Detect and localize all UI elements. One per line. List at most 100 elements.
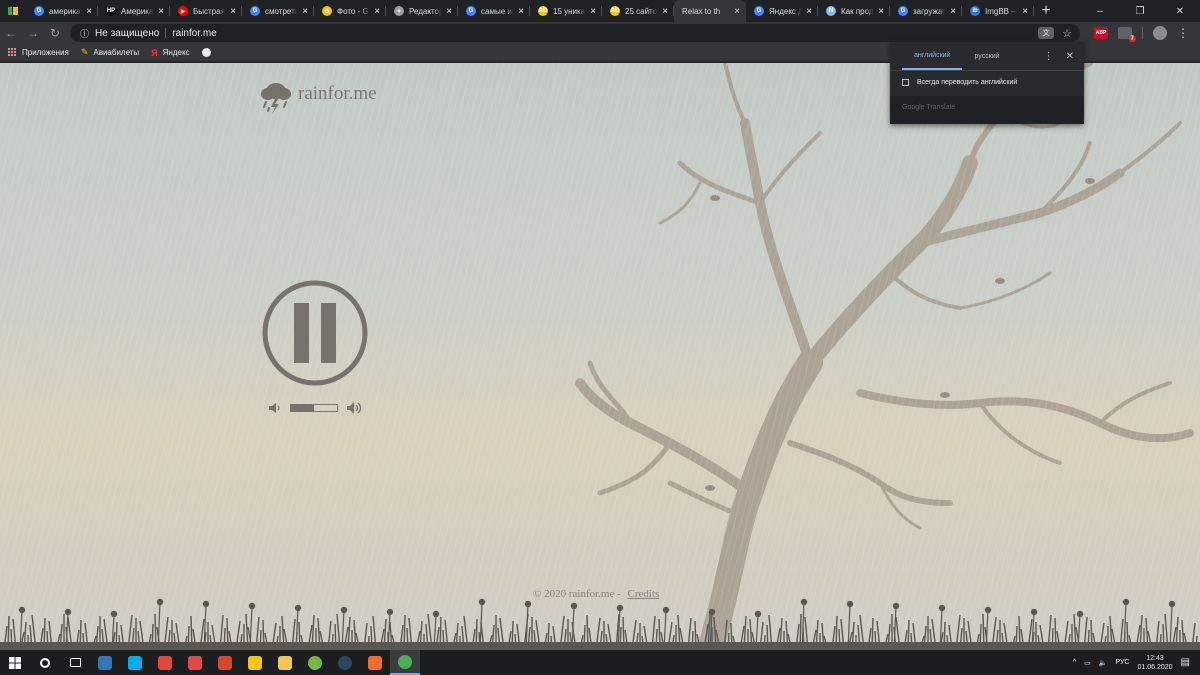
profile-avatar[interactable] — [1153, 26, 1167, 40]
browser-tab[interactable]: HP Американ× — [98, 0, 170, 22]
tab-favicon-icon: ib — [970, 6, 980, 16]
close-window-button[interactable]: ✕ — [1160, 0, 1200, 22]
network-icon[interactable]: ▭ — [1084, 659, 1091, 667]
tab-title: загружат — [913, 6, 946, 16]
taskbar-app[interactable] — [30, 650, 60, 675]
forward-arrow-icon[interactable]: → — [22, 26, 44, 40]
back-arrow-icon[interactable]: ← — [0, 26, 22, 40]
app-orange-icon — [218, 655, 232, 670]
taskbar-app[interactable] — [120, 650, 150, 675]
tab-title: Яндекс Д — [769, 6, 802, 16]
taskbar-app[interactable] — [60, 650, 90, 675]
menu-dots-icon[interactable]: ⋮ — [1177, 26, 1189, 40]
reload-icon[interactable]: ↻ — [44, 26, 66, 40]
pause-icon-bar-left — [294, 303, 309, 363]
browser-tab[interactable]: ✦ Редактор × — [386, 0, 458, 22]
tab-close-icon[interactable]: × — [228, 6, 238, 17]
browser-tab[interactable]: ✿ Фото - Go × — [314, 0, 386, 22]
bookmark-aviabilety[interactable]: ✎ Авиабилеты — [81, 47, 139, 58]
taskbar-app[interactable] — [270, 650, 300, 675]
rain-cloud-icon — [261, 83, 291, 114]
grass-silhouette — [0, 598, 1200, 650]
site-logo[interactable]: rainfor.me — [260, 79, 377, 115]
translate-options-icon[interactable]: ⋮ — [1044, 51, 1054, 62]
minimize-button[interactable]: – — [1080, 0, 1120, 22]
tab-close-icon[interactable]: × — [660, 6, 670, 17]
url-text[interactable]: rainfor.me — [172, 28, 216, 39]
tab-close-icon[interactable]: × — [444, 6, 454, 17]
volume-up-icon[interactable] — [346, 401, 364, 415]
security-indicator[interactable]: ⓘ Не защищено — [80, 27, 159, 40]
taskbar-app[interactable] — [150, 650, 180, 675]
clock-time: 12:43 — [1146, 654, 1164, 662]
browser-tab[interactable]: AD 15 уника × — [530, 0, 602, 22]
address-bar[interactable]: ⓘ Не защищено rainfor.me 文 ☆ — [70, 24, 1080, 42]
tab-close-icon[interactable]: × — [1020, 6, 1030, 17]
browser-tab[interactable]: Gсмотреть × — [242, 0, 314, 22]
notifications-icon[interactable]: ▤ — [1181, 657, 1190, 668]
browser-tab[interactable]: G Яндекс Д × — [746, 0, 818, 22]
close-icon[interactable]: ✕ — [1066, 51, 1074, 62]
taskbar-app[interactable] — [180, 650, 210, 675]
bookmark-apps[interactable]: Приложения — [8, 48, 69, 57]
extension-badge: 7 — [1128, 36, 1136, 42]
extension-icon[interactable]: 7 — [1118, 27, 1136, 42]
language-indicator[interactable]: РУС — [1115, 659, 1129, 666]
browser-tab[interactable]: ib ImgBB — × — [962, 0, 1034, 22]
taskbar-app[interactable] — [360, 650, 390, 675]
taskbar-app[interactable] — [330, 650, 360, 675]
new-tab-button[interactable]: + — [1034, 0, 1058, 22]
maximize-button[interactable]: ❐ — [1120, 0, 1160, 22]
browser-tab[interactable]: Gамерикан × — [26, 0, 98, 22]
bookmark-yandex[interactable]: Я Яндекс — [151, 48, 189, 58]
taskbar-app[interactable] — [300, 650, 330, 675]
tab-title: Фото - Go — [337, 6, 370, 16]
tab-close-icon[interactable]: × — [588, 6, 598, 17]
rain-page: rainfor.me © 2020 rainfor.me - Credits — [0, 63, 1200, 650]
taskbar-app[interactable] — [210, 650, 240, 675]
tab-close-icon[interactable]: × — [156, 6, 166, 17]
tab-close-icon[interactable]: × — [732, 6, 742, 17]
tab-close-icon[interactable]: × — [300, 6, 310, 17]
tab-target-language[interactable]: русский — [962, 42, 1011, 70]
windows-logo-icon — [9, 656, 21, 669]
rain-overlay — [0, 63, 1200, 650]
tray-expand-icon[interactable]: ^ — [1073, 659, 1076, 666]
tab-title: Редактор — [409, 6, 442, 16]
always-translate-checkbox[interactable]: Всегда переводить английский — [890, 70, 1084, 94]
browser-tab[interactable]: Gсамые ин × — [458, 0, 530, 22]
browser-tab[interactable]: ▶ Быстрая р× — [170, 0, 242, 22]
skype-icon — [128, 655, 142, 670]
translate-icon[interactable]: 文 — [1038, 27, 1055, 39]
pause-button[interactable] — [261, 279, 369, 387]
tab-close-icon[interactable]: × — [804, 6, 814, 17]
tab-title: американ — [49, 6, 82, 16]
tab-favicon-icon: ✦ — [394, 6, 404, 16]
taskbar-app[interactable] — [390, 650, 420, 675]
tab-close-icon[interactable]: × — [84, 6, 94, 17]
taskbar-app[interactable] — [90, 650, 120, 675]
browser-tab[interactable]: Relax to th × — [674, 0, 746, 22]
bookmark-globe[interactable] — [201, 48, 211, 57]
volume-down-icon[interactable] — [268, 402, 282, 414]
taskbar-app[interactable] — [240, 650, 270, 675]
tab-close-icon[interactable]: × — [516, 6, 526, 17]
adblock-icon[interactable]: ABP — [1094, 27, 1108, 39]
browser-tab[interactable]: AD 25 сайтов × — [602, 0, 674, 22]
speaker-icon[interactable]: 🔈 — [1099, 659, 1108, 667]
yandex-icon: Я — [151, 47, 158, 58]
browser-tab[interactable]: Gзагружат × — [890, 0, 962, 22]
tab-favicon-icon: ▶ — [178, 6, 188, 16]
tab-search-icon[interactable] — [0, 0, 26, 22]
toolbar-divider — [1142, 27, 1143, 39]
clock[interactable]: 12:43 01.06.2020 — [1138, 654, 1173, 672]
bookmark-star-icon[interactable]: ☆ — [1062, 27, 1072, 40]
start-button[interactable] — [0, 650, 30, 675]
browser-tab[interactable]: N Как прод × — [818, 0, 890, 22]
tab-close-icon[interactable]: × — [948, 6, 958, 17]
translate-language-tabs: английский русский ⋮ ✕ — [890, 42, 1084, 70]
tab-close-icon[interactable]: × — [876, 6, 886, 17]
tab-source-language[interactable]: английский — [902, 42, 963, 70]
tab-close-icon[interactable]: × — [372, 6, 382, 17]
volume-slider[interactable] — [290, 404, 338, 412]
